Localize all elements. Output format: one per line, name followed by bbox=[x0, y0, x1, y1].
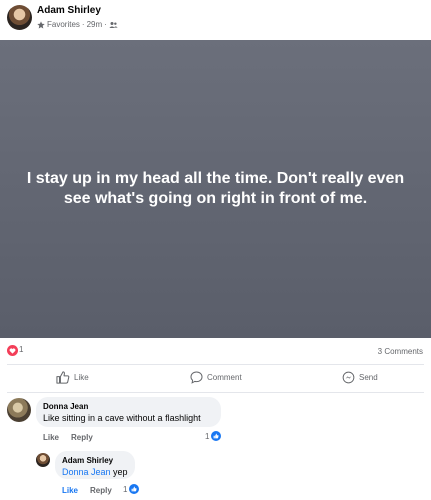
reply-author-name[interactable]: Adam Shirley bbox=[62, 456, 113, 465]
reaction-count[interactable]: 1 bbox=[19, 345, 23, 354]
like-label: Like bbox=[74, 373, 89, 382]
commenter-name[interactable]: Donna Jean bbox=[43, 402, 88, 411]
love-reaction-icon[interactable] bbox=[7, 345, 18, 356]
comment-actions: Like Reply bbox=[43, 433, 93, 442]
messenger-icon bbox=[342, 371, 355, 384]
divider bbox=[7, 392, 424, 393]
reply-reaction-count: 1 bbox=[123, 484, 128, 494]
comment-bubble[interactable]: Donna Jean Like sitting in a cave withou… bbox=[36, 397, 221, 427]
star-icon bbox=[37, 20, 45, 28]
like-reaction-icon bbox=[211, 431, 222, 441]
thumbs-up-icon bbox=[56, 371, 70, 384]
like-button[interactable]: Like bbox=[56, 371, 89, 384]
like-reaction-icon bbox=[129, 484, 140, 494]
send-button[interactable]: Send bbox=[342, 371, 378, 384]
post-text-card[interactable]: I stay up in my head all the time. Don't… bbox=[0, 40, 431, 338]
reply-actions: Like Reply bbox=[62, 486, 112, 495]
mention-link[interactable]: Donna Jean bbox=[62, 467, 111, 477]
audience-label: Favorites bbox=[47, 20, 80, 29]
separator-dot: · bbox=[104, 20, 107, 29]
comment-label: Comment bbox=[207, 373, 242, 382]
comment-like-button[interactable]: Like bbox=[43, 433, 59, 442]
post-meta: Favorites · 29m · bbox=[37, 20, 118, 29]
reply-text: Donna Jean yep bbox=[62, 467, 128, 477]
comments-count[interactable]: 3 Comments bbox=[378, 347, 423, 356]
commenter-avatar[interactable] bbox=[7, 398, 31, 422]
comment-reactions[interactable]: 1 bbox=[205, 431, 222, 441]
post-time[interactable]: 29m bbox=[87, 20, 103, 29]
comment-icon bbox=[190, 371, 203, 384]
author-avatar[interactable] bbox=[7, 5, 32, 30]
reply-avatar[interactable] bbox=[36, 453, 50, 467]
send-label: Send bbox=[359, 373, 378, 382]
reply-reactions[interactable]: 1 bbox=[123, 484, 140, 494]
comment-reaction-count: 1 bbox=[205, 431, 210, 441]
separator-dot: · bbox=[81, 20, 85, 29]
friends-icon bbox=[109, 21, 118, 28]
reply-reply-button[interactable]: Reply bbox=[90, 486, 112, 495]
comment-text: Like sitting in a cave without a flashli… bbox=[43, 413, 201, 423]
author-name[interactable]: Adam Shirley bbox=[37, 5, 101, 16]
post-header: Adam Shirley Favorites · 29m · bbox=[0, 0, 431, 40]
comment-reply-button[interactable]: Reply bbox=[71, 433, 93, 442]
reply-bubble[interactable]: Adam Shirley Donna Jean yep bbox=[55, 451, 135, 479]
reply-body: yep bbox=[110, 467, 128, 477]
post-stats: 1 3 Comments bbox=[0, 343, 431, 359]
divider bbox=[7, 364, 424, 365]
reply-like-button[interactable]: Like bbox=[62, 486, 78, 495]
comment-button[interactable]: Comment bbox=[190, 371, 242, 384]
post-action-bar: Like Comment Send bbox=[0, 367, 431, 391]
post-text: I stay up in my head all the time. Don't… bbox=[26, 170, 405, 207]
